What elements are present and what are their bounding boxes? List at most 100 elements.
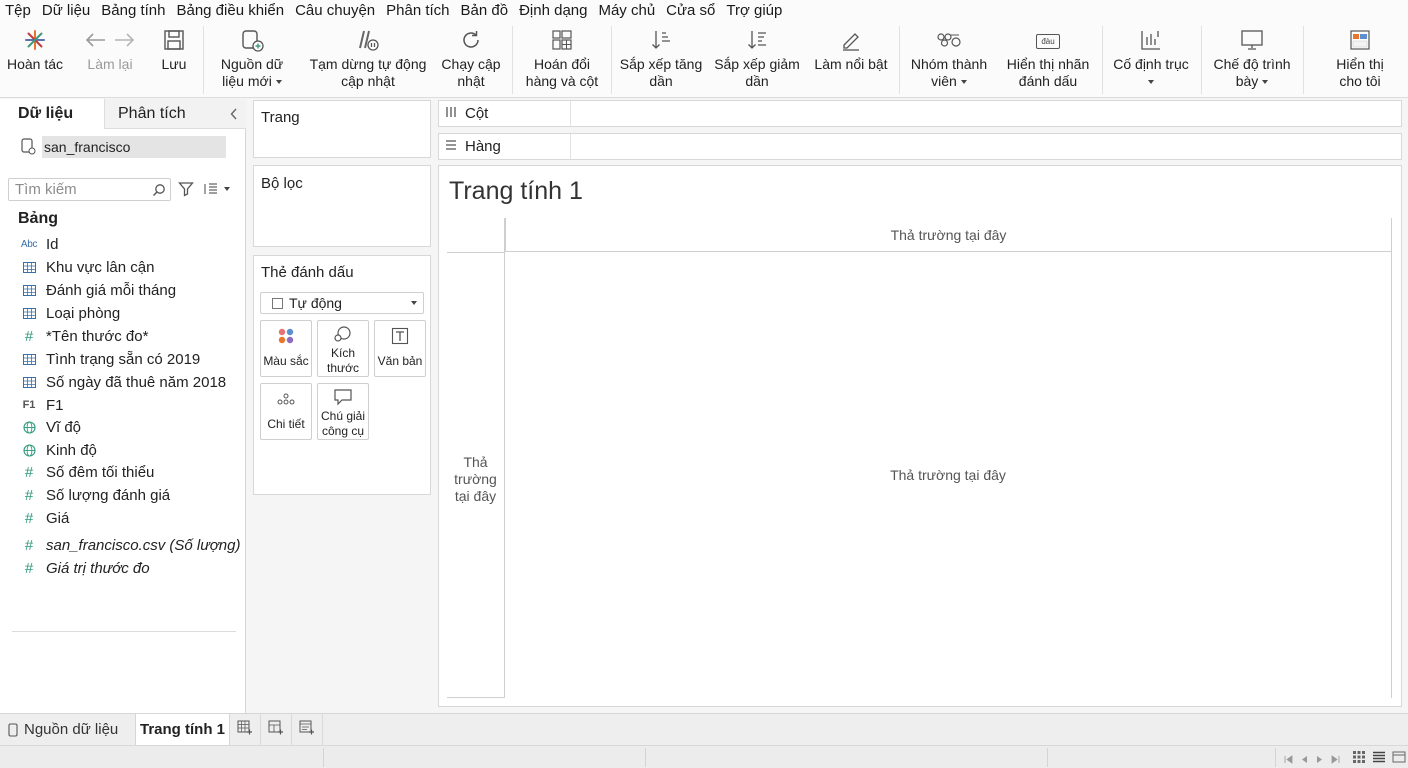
worksheet-title[interactable]: Trang tính 1: [449, 177, 583, 206]
new-datasource-button[interactable]: Nguồn dữ liệu mới: [214, 26, 290, 96]
field-item[interactable]: F1 F1: [20, 394, 64, 416]
pause-update-icon: [356, 28, 380, 55]
highlight-button[interactable]: Làm nổi bật: [810, 26, 892, 96]
tooltip-mark-button[interactable]: Chú giải công cụ: [317, 383, 369, 440]
search-box: [8, 178, 171, 201]
tooltip-bubble-icon: [333, 388, 353, 409]
new-story-button[interactable]: [292, 714, 323, 745]
table-icon: [20, 284, 38, 296]
measure-item[interactable]: # san_francisco.csv (Số lượng): [20, 534, 241, 556]
sheet-tab-bar: Nguồn dữ liệu Trang tính 1: [0, 713, 1408, 745]
next-sheet-icon[interactable]: [1316, 751, 1323, 767]
tab-analysis-label: Phân tích: [118, 105, 186, 122]
save-button[interactable]: Lưu: [156, 26, 192, 96]
home-button[interactable]: Hoàn tác: [4, 26, 66, 96]
menu-format[interactable]: Định dạng: [514, 0, 593, 22]
toolbar-separator: [899, 26, 900, 94]
view-drop-zone[interactable]: Thả trường tại đây: [505, 252, 1392, 698]
rows-shelf[interactable]: Hàng: [438, 133, 1402, 160]
field-item[interactable]: # *Tên thước đo*: [20, 325, 149, 347]
column-drop-zone[interactable]: Thả trường tại đây: [505, 218, 1392, 252]
field-item[interactable]: Kinh độ: [20, 439, 97, 461]
dropdown-caret-icon: [275, 80, 282, 85]
datasource-icon: [20, 137, 36, 158]
menu-data[interactable]: Dữ liệu: [37, 0, 96, 22]
field-item[interactable]: Abc Id: [20, 233, 59, 255]
field-item[interactable]: # Giá: [20, 507, 70, 529]
field-item[interactable]: Đánh giá mỗi tháng: [20, 279, 176, 301]
detail-mark-button[interactable]: Chi tiết: [260, 383, 312, 440]
worksheet-canvas: Trang tính 1 Thả trường tại đây Thả trườ…: [438, 165, 1402, 707]
field-item[interactable]: Khu vực lân cận: [20, 256, 154, 278]
shelf-divider: [570, 101, 571, 126]
size-mark-button[interactable]: Kích thước: [317, 320, 369, 377]
run-update-button[interactable]: Chạy cập nhật: [438, 26, 504, 96]
menu-analysis[interactable]: Phân tích: [381, 0, 455, 22]
swap-rows-columns-button[interactable]: Hoán đổi hàng và cột: [521, 26, 603, 96]
tab-datasource[interactable]: Nguồn dữ liệu: [0, 714, 134, 745]
row-drop-zone[interactable]: Thả trường tại đây: [447, 252, 505, 698]
menu-dashboard[interactable]: Bảng điều khiển: [171, 0, 290, 22]
first-sheet-icon[interactable]: [1284, 751, 1293, 767]
field-item[interactable]: Vĩ độ: [20, 416, 81, 438]
new-dashboard-button[interactable]: [261, 714, 292, 745]
tab-analysis[interactable]: Phân tích: [104, 99, 246, 129]
measure-item[interactable]: # Giá trị thước đo: [20, 557, 150, 579]
filter-icon[interactable]: [178, 181, 194, 200]
text-mark-button[interactable]: Văn bản: [374, 320, 426, 377]
show-tabs-icon[interactable]: [1392, 750, 1406, 767]
new-worksheet-icon: [237, 720, 253, 739]
view-options-icon[interactable]: [203, 182, 230, 196]
number-type-icon: #: [24, 509, 34, 527]
previous-sheet-icon[interactable]: [1301, 751, 1308, 767]
datasource-name: san_francisco: [42, 136, 226, 158]
dropdown-caret-icon: [1262, 80, 1269, 85]
toolbar-separator: [1201, 26, 1202, 94]
field-item[interactable]: # Số lượng đánh giá: [20, 484, 170, 506]
field-item[interactable]: Tình trạng sẵn có 2019: [20, 348, 200, 370]
sort-descending-button[interactable]: Sắp xếp giảm dần: [712, 26, 802, 96]
field-item[interactable]: Số ngày đã thuê năm 2018: [20, 371, 226, 393]
fix-axes-icon: [1139, 29, 1163, 54]
show-mark-labels-button[interactable]: đàu Hiển thị nhãn đánh dấu: [1002, 26, 1094, 96]
field-item[interactable]: Loại phòng: [20, 302, 120, 324]
show-me-button[interactable]: Hiển thị cho tôi: [1326, 26, 1394, 96]
fix-axes-button[interactable]: Cố định trục: [1108, 26, 1194, 96]
menu-story[interactable]: Câu chuyện: [290, 0, 381, 22]
dropdown-caret-icon: [960, 80, 967, 85]
mark-type-dropdown[interactable]: Tự động: [260, 292, 424, 314]
columns-shelf[interactable]: Cột: [438, 100, 1402, 127]
menu-server[interactable]: Máy chủ: [593, 0, 661, 22]
columns-icon: [445, 105, 457, 122]
number-type-icon: #: [24, 463, 34, 481]
filters-shelf[interactable]: Bộ lọc: [253, 165, 431, 247]
pages-shelf[interactable]: Trang: [253, 100, 431, 158]
group-members-button[interactable]: Nhóm thành viên: [906, 26, 992, 96]
tab-data[interactable]: Dữ liệu: [0, 99, 104, 129]
field-item[interactable]: # Số đêm tối thiểu: [20, 461, 155, 483]
presentation-mode-button[interactable]: Chế độ trình bày: [1207, 26, 1297, 96]
status-separator: [1275, 748, 1276, 767]
search-input[interactable]: [9, 179, 149, 200]
show-filmstrip-icon[interactable]: [1372, 750, 1386, 767]
show-sheet-sorter-icon[interactable]: [1352, 750, 1366, 767]
tab-sheet-1[interactable]: Trang tính 1: [135, 714, 230, 745]
new-worksheet-button[interactable]: [230, 714, 261, 745]
menu-file[interactable]: Tệp: [0, 0, 37, 22]
collapse-left-icon[interactable]: [230, 107, 238, 125]
datasource-item[interactable]: san_francisco: [20, 136, 228, 158]
search-icon[interactable]: [152, 183, 166, 200]
pause-auto-update-button[interactable]: Tạm dừng tự động cập nhật: [306, 26, 430, 96]
dropdown-caret-icon: [411, 301, 417, 305]
menu-window[interactable]: Cửa sổ: [661, 0, 721, 22]
sort-ascending-button[interactable]: Sắp xếp tăng dần: [617, 26, 705, 96]
menu-worksheet[interactable]: Bảng tính: [96, 0, 171, 22]
last-sheet-icon[interactable]: [1331, 751, 1340, 767]
toolbar-separator: [611, 26, 612, 94]
menu-help[interactable]: Trợ giúp: [721, 0, 788, 22]
status-separator: [645, 748, 646, 767]
new-dashboard-icon: [268, 720, 284, 739]
color-mark-button[interactable]: Màu sắc: [260, 320, 312, 377]
menu-map[interactable]: Bản đồ: [456, 0, 515, 22]
redo-button[interactable]: Làm lại: [82, 26, 138, 96]
